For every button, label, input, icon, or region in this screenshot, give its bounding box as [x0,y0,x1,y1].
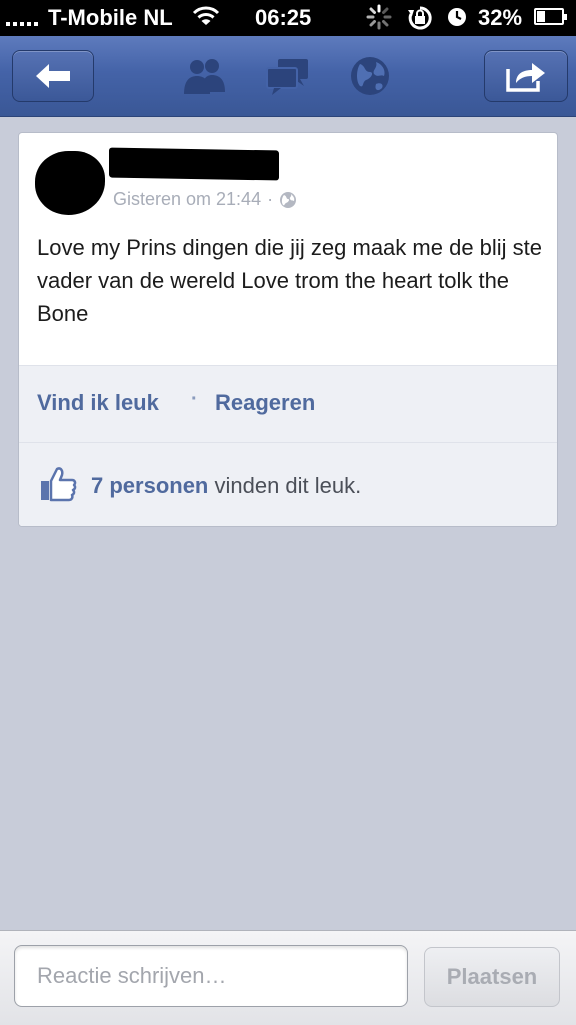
author-name-redacted[interactable] [109,147,279,181]
post-action-bar: Vind ik leuk · Reageren [19,365,557,443]
like-button[interactable]: Vind ik leuk [37,390,159,416]
back-arrow-icon [36,64,70,88]
rotation-lock-icon [406,5,434,37]
activity-spinner-icon [366,4,392,36]
thumbs-up-icon [41,467,77,502]
comment-input[interactable] [14,945,408,1007]
likes-count-link[interactable]: 7 personen [91,473,208,498]
status-bar: T-Mobile NL 06:25 32% [0,0,576,36]
wifi-icon [192,5,220,33]
carrier-name: T-Mobile NL [48,5,173,30]
avatar[interactable] [35,151,105,215]
friends-icon[interactable] [180,54,228,98]
battery-fill [537,11,545,22]
submit-comment-button[interactable]: Plaatsen [424,947,560,1007]
post-timestamp[interactable]: Gisteren om 21:44 [113,189,261,210]
clock: 06:25 [255,5,312,30]
privacy-globe-icon [280,191,297,208]
notifications-globe-icon[interactable] [346,54,394,98]
likes-summary[interactable]: 7 personen vinden dit leuk. [19,443,557,526]
battery-icon [534,8,567,25]
alarm-icon [446,6,468,34]
comment-composer: Plaatsen [0,930,576,1025]
action-separator: · [191,388,198,410]
signal-dots-icon [6,22,38,26]
messages-icon[interactable] [264,54,312,98]
likes-text: 7 personen vinden dit leuk. [91,473,361,499]
likes-suffix: vinden dit leuk. [208,473,362,498]
comment-button[interactable]: Reageren [215,390,315,416]
post-body-text: Love my Prins dingen die jij zeg maak me… [37,235,543,326]
post-meta: Gisteren om 21:44 · [113,189,297,210]
meta-separator: · [267,189,274,209]
battery-percentage: 32% [478,5,523,30]
post-card: Gisteren om 21:44 · Love my Prins dingen… [18,132,558,527]
share-icon [506,63,545,92]
back-button[interactable] [12,50,94,102]
share-button[interactable] [484,50,568,102]
navigation-bar [0,36,576,117]
